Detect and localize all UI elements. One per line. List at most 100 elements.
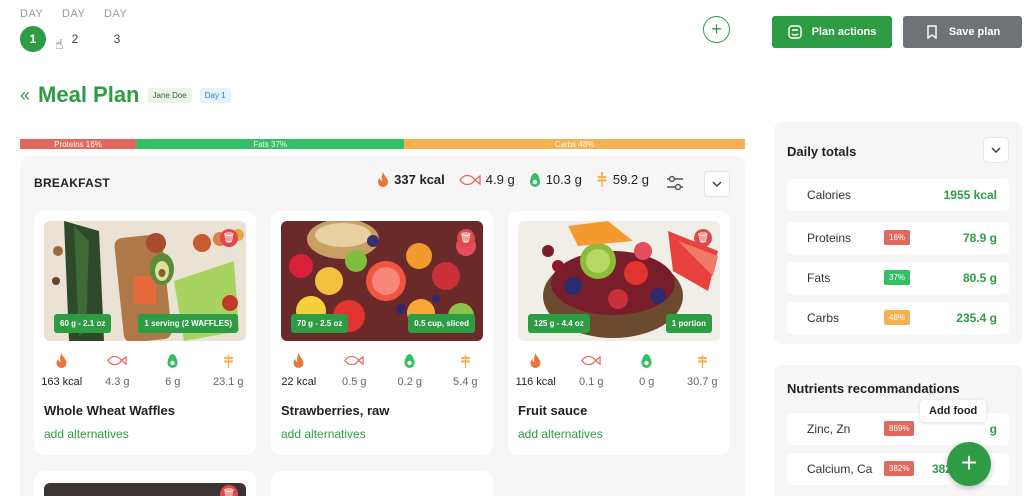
food-protein: 0.1 g — [579, 376, 604, 388]
meal-title: BREAKFAST — [34, 176, 111, 190]
meal-carbs-value: 59.2 g — [612, 172, 649, 187]
save-plan-button[interactable]: Save plan — [903, 16, 1022, 48]
day-2[interactable]: DAY 2 — [62, 8, 90, 52]
add-day-button[interactable]: + — [703, 16, 730, 43]
day-1[interactable]: DAY 1 — [20, 8, 48, 52]
flame-icon — [378, 172, 389, 187]
quantity-serving[interactable]: 0.5 cup, sliced — [408, 314, 475, 333]
nutrients-title: Nutrients recommandations — [787, 381, 960, 396]
food-protein: 0.5 g — [342, 376, 367, 388]
breakfast-panel: BREAKFAST 337 kcal 4.9 g 10.3 g 59.2 g 🗑… — [20, 156, 745, 496]
meal-kcal-value: 337 kcal — [394, 172, 445, 187]
nutrient-value: g — [989, 422, 997, 436]
daily-totals-panel: Daily totals Calories 1955 kcal Proteins… — [774, 122, 1022, 344]
food-protein: 4.3 g — [105, 376, 130, 388]
food-carbs: 23.1 g — [212, 376, 244, 388]
flame-icon — [56, 353, 67, 368]
flame-icon — [530, 353, 541, 368]
totals-percent-badge: 37% — [884, 270, 911, 285]
add-food-button[interactable]: + — [947, 442, 991, 486]
totals-percent-badge: 16% — [884, 230, 911, 245]
fish-icon — [344, 355, 364, 366]
plan-actions-button[interactable]: Plan actions — [772, 16, 892, 48]
fish-icon — [581, 355, 601, 366]
day-number[interactable]: 2 — [62, 26, 88, 52]
quantity-weight[interactable]: 125 g - 4.4 oz — [528, 314, 590, 333]
sliders-icon[interactable] — [666, 174, 684, 192]
quantity-serving[interactable]: 1 portion — [665, 314, 712, 333]
nutrient-label: Calcium, Ca — [807, 462, 873, 476]
hand-cursor-icon: ☝ — [55, 36, 64, 52]
food-photo: 🗑 60 g - 2.1 oz 1 serving (2 WAFFLES) — [44, 221, 246, 341]
add-alternatives-link[interactable]: add alternatives — [44, 427, 129, 441]
food-card[interactable]: 🗑 125 g - 4.4 oz 1 portion 116 kcal 0.1 … — [508, 211, 730, 455]
food-photo — [44, 483, 246, 496]
empty-card[interactable] — [271, 471, 493, 496]
nutrient-percent-badge: 869% — [884, 421, 915, 436]
food-name: Fruit sauce — [518, 403, 588, 418]
collapse-totals-button[interactable] — [983, 137, 1009, 163]
food-fat: 0 g — [639, 376, 655, 388]
add-alternatives-link[interactable]: add alternatives — [518, 427, 603, 441]
meal-protein: 4.9 g — [458, 172, 515, 187]
totals-value: 1955 kcal — [943, 188, 997, 202]
food-nutrients: 22 kcal 0.5 g 0.2 g 5.4 g — [271, 353, 493, 390]
avocado-icon — [641, 354, 652, 368]
delete-food-icon[interactable]: 🗑 — [220, 485, 238, 496]
totals-label: Proteins — [807, 231, 852, 245]
page-title: Meal Plan — [38, 82, 140, 107]
avocado-icon — [529, 173, 540, 187]
user-tag: Jane Doe — [147, 87, 192, 103]
totals-percent-badge: 48% — [884, 310, 911, 325]
chevron-down-icon — [991, 147, 1001, 153]
back-chevron-icon[interactable]: « — [20, 85, 30, 106]
nutrient-label: Zinc, Zn — [807, 422, 851, 436]
day-label: DAY — [62, 8, 86, 20]
food-photo: 🗑 125 g - 4.4 oz 1 portion — [518, 221, 720, 341]
totals-value: 235.4 g — [956, 311, 997, 325]
macro-bar: Proteins 16% Fats 37% Carbs 48% — [20, 139, 745, 149]
day-tag: Day 1 — [199, 87, 231, 103]
day-number[interactable]: 1 — [20, 26, 46, 52]
totals-label: Calories — [807, 188, 852, 202]
meal-stats: 337 kcal 4.9 g 10.3 g 59.2 g — [377, 172, 649, 187]
totals-label: Fats — [807, 271, 831, 285]
nutrient-percent-badge: 382% — [884, 461, 915, 476]
chevron-down-icon — [712, 181, 722, 187]
day-number[interactable]: 3 — [104, 26, 130, 52]
food-kcal: 163 kcal — [41, 376, 83, 388]
day-label: DAY — [104, 8, 128, 20]
meal-fat: 10.3 g — [529, 172, 582, 187]
food-card[interactable]: 🗑 — [34, 471, 256, 496]
quantity-weight[interactable]: 70 g - 2.5 oz — [291, 314, 349, 333]
plan-actions-label: Plan actions — [811, 26, 877, 38]
quantity-weight[interactable]: 60 g - 2.1 oz — [54, 314, 112, 333]
food-card[interactable]: 🗑 70 g - 2.5 oz 0.5 cup, sliced 22 kcal … — [271, 211, 493, 455]
wheat-icon — [597, 172, 607, 187]
food-name: Whole Wheat Waffles — [44, 403, 175, 418]
day-3[interactable]: DAY 3 — [104, 8, 132, 52]
totals-value: 78.9 g — [962, 231, 997, 245]
daily-totals-title: Daily totals — [787, 144, 857, 159]
meal-fat-value: 10.3 g — [545, 172, 582, 187]
food-nutrients: 163 kcal 4.3 g 6 g 23.1 g — [34, 353, 256, 390]
add-alternatives-link[interactable]: add alternatives — [281, 427, 366, 441]
food-carbs: 5.4 g — [453, 376, 478, 388]
delete-food-icon[interactable]: 🗑 — [220, 229, 238, 247]
title-row: « Meal Plan Jane Doe Day 1 — [20, 82, 231, 108]
meal-kcal: 337 kcal — [377, 172, 445, 187]
food-card[interactable]: 🗑 60 g - 2.1 oz 1 serving (2 WAFFLES) 16… — [34, 211, 256, 455]
macro-carbs: Carbs 48% — [404, 139, 745, 149]
delete-food-icon[interactable]: 🗑 — [694, 229, 712, 247]
quantity-serving[interactable]: 1 serving (2 WAFFLES) — [138, 314, 238, 333]
flame-icon — [293, 353, 304, 368]
food-photo: 🗑 70 g - 2.5 oz 0.5 cup, sliced — [281, 221, 483, 341]
food-cards: 🗑 60 g - 2.1 oz 1 serving (2 WAFFLES) 16… — [34, 211, 730, 455]
macro-proteins: Proteins 16% — [20, 139, 136, 149]
delete-food-icon[interactable]: 🗑 — [457, 229, 475, 247]
food-carbs: 30.7 g — [686, 376, 718, 388]
collapse-breakfast-button[interactable] — [704, 171, 730, 197]
plan-icon — [787, 25, 802, 39]
meal-carbs: 59.2 g — [596, 172, 649, 187]
macro-fats: Fats 37% — [136, 139, 405, 149]
